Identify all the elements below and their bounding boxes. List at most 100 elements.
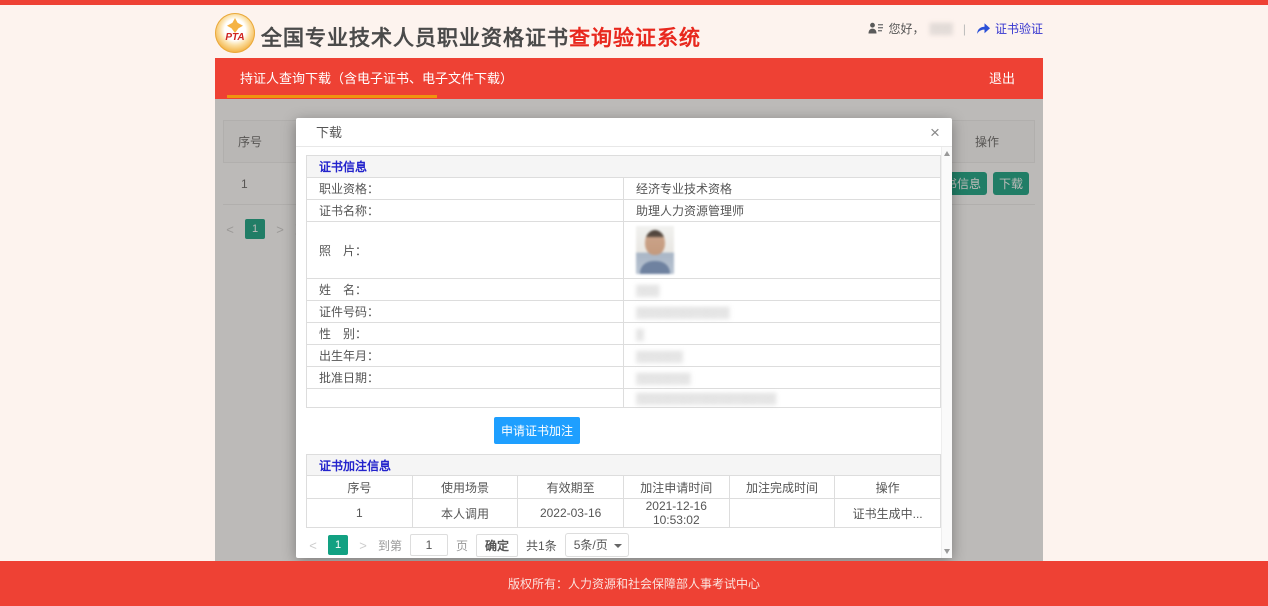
certificate-photo bbox=[636, 226, 674, 274]
greeting-text: 您好， bbox=[888, 20, 924, 37]
next-page-icon[interactable]: > bbox=[356, 538, 370, 553]
annotation-table: 证书加注信息 序号使用场景有效期至加注申请时间加注完成时间操作 1本人调用202… bbox=[306, 454, 941, 528]
field-label: 性 别： bbox=[307, 323, 624, 345]
annotation-cell: 本人调用 bbox=[412, 499, 518, 528]
user-info-bar: 您好， ▒▒▒ | 证书验证 bbox=[868, 20, 1043, 37]
field-value bbox=[624, 222, 941, 279]
main-navbar: 持证人查询下载（含电子证书、电子文件下载） 退出 bbox=[215, 58, 1043, 99]
cert-info-row: ▒▒▒▒▒▒▒▒▒▒▒▒▒▒▒▒▒▒ bbox=[307, 389, 941, 408]
page-unit-label: 页 bbox=[456, 537, 468, 554]
cert-info-row: 证件号码： ▒▒▒▒▒▒▒▒▒▒▒▒ bbox=[307, 301, 941, 323]
apply-annotation-button[interactable]: 申请证书加注 bbox=[494, 417, 580, 444]
masked-value: ▒▒▒▒▒▒▒ bbox=[636, 373, 691, 385]
field-value: ▒▒▒▒▒▒ bbox=[624, 345, 941, 367]
cert-info-row: 证书名称： 助理人力资源管理师 bbox=[307, 200, 941, 222]
cert-info-table-body: 证书信息 职业资格： 经济专业技术资格证书名称： 助理人力资源管理师照 片：姓 名：… bbox=[307, 156, 941, 408]
annotation-row: 1本人调用2022-03-162021-12-16 10:53:02 证书生成中.… bbox=[307, 499, 941, 528]
field-label: 姓 名： bbox=[307, 279, 624, 301]
annotation-column-header: 加注申请时间 bbox=[623, 476, 729, 499]
goto-page-input[interactable] bbox=[410, 534, 448, 556]
section-header-row: 证书信息 bbox=[307, 156, 941, 178]
page-size-select[interactable]: 5条/页 bbox=[565, 533, 629, 557]
chevron-down-icon bbox=[614, 544, 622, 548]
user-icon bbox=[868, 22, 883, 35]
cert-info-row: 照 片： bbox=[307, 222, 941, 279]
annotation-table-body: 证书加注信息 序号使用场景有效期至加注申请时间加注完成时间操作 1本人调用202… bbox=[307, 455, 941, 528]
field-value: ▒▒▒ bbox=[624, 279, 941, 301]
annotation-cell bbox=[729, 499, 835, 528]
cert-info-row: 职业资格： 经济专业技术资格 bbox=[307, 178, 941, 200]
masked-value: ▒▒▒▒▒▒▒▒▒▒▒▒ bbox=[636, 307, 730, 319]
field-label: 批准日期： bbox=[307, 367, 624, 389]
page-title: 全国专业技术人员职业资格证书查询验证系统 bbox=[261, 22, 701, 52]
modal-title: 下载 bbox=[316, 118, 342, 147]
masked-value: ▒ bbox=[636, 329, 644, 341]
field-label: 职业资格： bbox=[307, 178, 624, 200]
field-label: 证书名称： bbox=[307, 200, 624, 222]
scroll-down-icon[interactable] bbox=[944, 549, 950, 554]
modal-scrollbar[interactable] bbox=[941, 147, 952, 558]
cert-info-row: 性 别： ▒ bbox=[307, 323, 941, 345]
cert-verify-label: 证书验证 bbox=[995, 20, 1043, 37]
share-arrow-icon bbox=[976, 22, 991, 35]
cert-info-section-title: 证书信息 bbox=[307, 156, 941, 178]
page-title-accent: 查询验证系统 bbox=[569, 27, 701, 50]
field-value: ▒ bbox=[624, 323, 941, 345]
modal-pagination: < 1 > 到第 页 确定 共1条 5条/页 bbox=[306, 533, 941, 557]
total-count-label: 共1条 bbox=[526, 537, 557, 554]
page-size-value: 5条/页 bbox=[574, 538, 608, 552]
pta-logo: PTA bbox=[215, 13, 255, 53]
logo-text: PTA bbox=[225, 32, 244, 43]
tab-holder-query-download[interactable]: 持证人查询下载（含电子证书、电子文件下载） bbox=[240, 58, 513, 99]
annotation-column-header: 序号 bbox=[307, 476, 413, 499]
active-tab-underline bbox=[227, 95, 437, 98]
annotation-cell: 2022-03-16 bbox=[518, 499, 624, 528]
value-text: 助理人力资源管理师 bbox=[636, 204, 744, 218]
annotation-column-header: 加注完成时间 bbox=[729, 476, 835, 499]
username-masked: ▒▒▒ bbox=[929, 23, 952, 35]
cert-info-row: 出生年月： ▒▒▒▒▒▒ bbox=[307, 345, 941, 367]
field-label bbox=[307, 389, 624, 408]
modal-header: 下载 × bbox=[296, 118, 952, 147]
current-page-button[interactable]: 1 bbox=[328, 535, 348, 555]
field-value: 助理人力资源管理师 bbox=[624, 200, 941, 222]
divider: | bbox=[963, 22, 966, 36]
download-modal: 下载 × 证书信息 职业资格： 经济专业技术资格证书名称： 助理人力资源管理师照 片… bbox=[296, 118, 952, 558]
close-icon[interactable]: × bbox=[922, 119, 948, 146]
logout-button[interactable]: 退出 bbox=[989, 58, 1015, 99]
logo-flame-icon bbox=[227, 18, 243, 33]
annotation-column-header: 操作 bbox=[835, 476, 941, 499]
cert-verify-link[interactable]: 证书验证 bbox=[976, 20, 1043, 37]
field-label: 出生年月： bbox=[307, 345, 624, 367]
field-value: ▒▒▒▒▒▒▒▒▒▒▒▒ bbox=[624, 301, 941, 323]
field-label: 照 片： bbox=[307, 222, 624, 279]
prev-page-icon[interactable]: < bbox=[306, 538, 320, 553]
annotation-section-title: 证书加注信息 bbox=[307, 455, 941, 476]
field-value: 经济专业技术资格 bbox=[624, 178, 941, 200]
masked-value: ▒▒▒▒▒▒ bbox=[636, 351, 683, 363]
goto-label: 到第 bbox=[378, 537, 402, 554]
footer-copyright: 版权所有：人力资源和社会保障部人事考试中心 bbox=[508, 575, 760, 592]
annotation-column-header: 使用场景 bbox=[412, 476, 518, 499]
page-header: PTA 全国专业技术人员职业资格证书查询验证系统 您好， ▒▒▒ | 证书验证 bbox=[0, 5, 1268, 58]
field-value: ▒▒▒▒▒▒▒ bbox=[624, 367, 941, 389]
annotation-status-link[interactable]: 证书生成中... bbox=[835, 499, 941, 528]
section-header-row: 证书加注信息 bbox=[307, 455, 941, 476]
annotation-cell: 1 bbox=[307, 499, 413, 528]
scroll-up-icon[interactable] bbox=[944, 151, 950, 156]
annotation-column-header: 有效期至 bbox=[518, 476, 624, 499]
annotation-cell: 2021-12-16 10:53:02 bbox=[623, 499, 729, 528]
masked-value: ▒▒▒▒▒▒▒▒▒▒▒▒▒▒▒▒▒▒ bbox=[636, 393, 776, 405]
masked-value: ▒▒▒ bbox=[636, 285, 659, 297]
modal-body: 证书信息 职业资格： 经济专业技术资格证书名称： 助理人力资源管理师照 片：姓 名：… bbox=[296, 147, 941, 558]
page-title-main: 全国专业技术人员职业资格证书 bbox=[261, 27, 569, 50]
field-label: 证件号码： bbox=[307, 301, 624, 323]
page-footer: 版权所有：人力资源和社会保障部人事考试中心 bbox=[0, 561, 1268, 606]
confirm-page-button[interactable]: 确定 bbox=[476, 534, 518, 557]
cert-info-row: 批准日期： ▒▒▒▒▒▒▒ bbox=[307, 367, 941, 389]
cert-info-table: 证书信息 职业资格： 经济专业技术资格证书名称： 助理人力资源管理师照 片：姓 名：… bbox=[306, 155, 941, 408]
cert-info-row: 姓 名： ▒▒▒ bbox=[307, 279, 941, 301]
field-value: ▒▒▒▒▒▒▒▒▒▒▒▒▒▒▒▒▒▒ bbox=[624, 389, 941, 408]
value-text: 经济专业技术资格 bbox=[636, 182, 732, 196]
annotation-column-header-row: 序号使用场景有效期至加注申请时间加注完成时间操作 bbox=[307, 476, 941, 499]
